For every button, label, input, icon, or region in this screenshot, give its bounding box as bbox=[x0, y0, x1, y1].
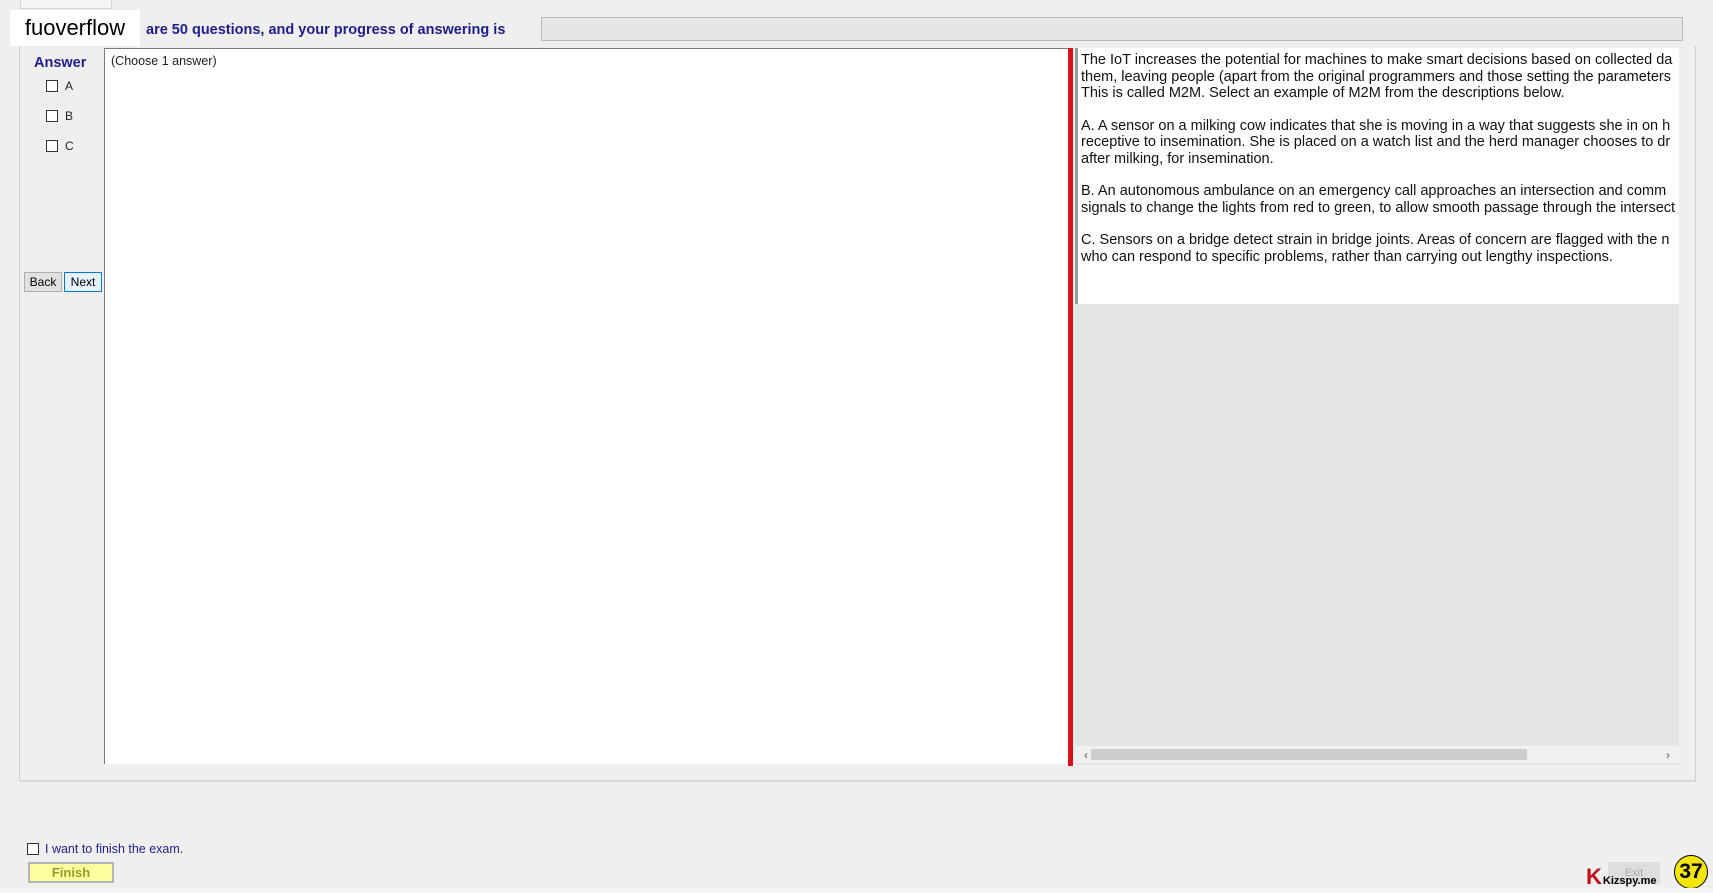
question-line: The IoT increases the potential for mach… bbox=[1081, 52, 1673, 68]
bottom-strip bbox=[0, 888, 1713, 893]
question-line: signals to change the lights from red to… bbox=[1081, 199, 1676, 216]
question-gap bbox=[1081, 102, 1679, 118]
option-a-checkbox[interactable] bbox=[46, 80, 58, 92]
top-tab bbox=[20, 0, 112, 9]
finish-confirm-label: I want to finish the exam. bbox=[45, 842, 184, 856]
progress-label: are 50 questions, and your progress of a… bbox=[146, 22, 506, 38]
question-text-box: The IoT increases the potential for mach… bbox=[1075, 48, 1679, 304]
question-line: A. A sensor on a milking cow indicates t… bbox=[1081, 117, 1671, 134]
option-b-checkbox[interactable] bbox=[46, 110, 58, 122]
next-button[interactable]: Next bbox=[64, 272, 102, 292]
finish-confirm[interactable]: I want to finish the exam. bbox=[27, 842, 183, 856]
watermark-k-icon: K bbox=[1586, 864, 1602, 889]
question-gap bbox=[1081, 216, 1679, 232]
watermark-logo: K Kizspy.me bbox=[1586, 866, 1656, 888]
option-a-label: A bbox=[65, 79, 74, 93]
question-line: who can respond to specific problems, ra… bbox=[1081, 248, 1613, 265]
finish-button[interactable]: Finish bbox=[28, 862, 114, 883]
progress-bar bbox=[541, 17, 1683, 41]
choose-instruction: (Choose 1 answer) bbox=[111, 54, 217, 68]
answer-title: Answer bbox=[34, 55, 87, 71]
option-a[interactable]: A bbox=[46, 79, 73, 93]
question-gap bbox=[1081, 167, 1679, 183]
question-line: after milking, for insemination. bbox=[1081, 150, 1274, 167]
finish-confirm-checkbox[interactable] bbox=[27, 843, 39, 855]
question-number-badge: 37 bbox=[1674, 855, 1708, 889]
option-c[interactable]: C bbox=[46, 139, 74, 153]
question-line: B. An autonomous ambulance on an emergen… bbox=[1081, 183, 1667, 199]
question-line: receptive to insemination. She is placed… bbox=[1081, 134, 1671, 150]
question-line: C. Sensors on a bridge detect strain in … bbox=[1081, 232, 1670, 248]
question-panel: The IoT increases the potential for mach… bbox=[1075, 48, 1679, 765]
option-c-label: C bbox=[65, 139, 74, 153]
logo: fuoverflow bbox=[10, 10, 140, 46]
option-c-checkbox[interactable] bbox=[46, 140, 58, 152]
question-line: them, leaving people (apart from the ori… bbox=[1081, 68, 1671, 85]
horizontal-scrollbar[interactable]: ‹ › bbox=[1075, 746, 1679, 763]
back-button[interactable]: Back bbox=[24, 272, 62, 292]
answer-area bbox=[104, 48, 1068, 764]
scroll-thumb[interactable] bbox=[1091, 749, 1527, 760]
option-b[interactable]: B bbox=[46, 109, 73, 123]
watermark-text: Kizspy.me bbox=[1602, 875, 1657, 887]
option-b-label: B bbox=[65, 109, 74, 123]
frame-divider bbox=[20, 780, 1695, 782]
panel-splitter[interactable] bbox=[1068, 48, 1073, 766]
scroll-right-icon[interactable]: › bbox=[1662, 746, 1674, 763]
question-line: This is called M2M. Select an example of… bbox=[1081, 85, 1565, 101]
